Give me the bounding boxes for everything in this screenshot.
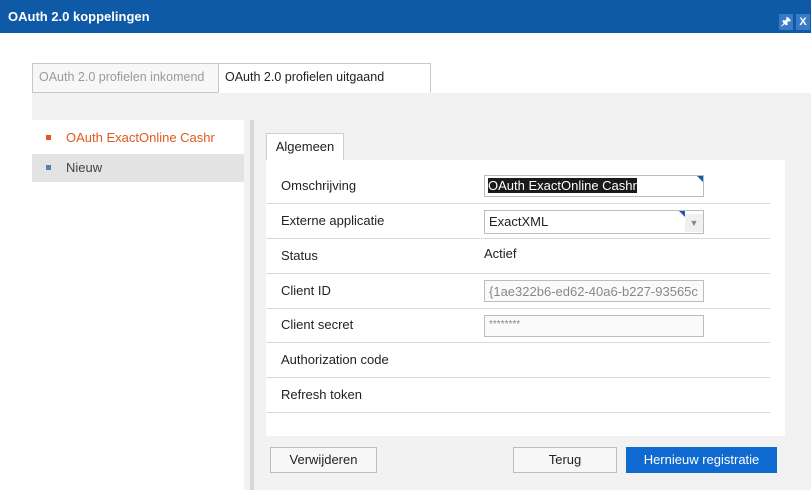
client-secret-label: Client secret xyxy=(281,317,354,332)
externe-applicatie-value: ExactXML xyxy=(489,214,549,229)
client-secret-value: ******** xyxy=(489,319,521,330)
row-refresh-token: Refresh token xyxy=(266,377,770,413)
profile-list: OAuth ExactOnline Cashr Nieuw xyxy=(32,120,244,490)
authorization-code-label: Authorization code xyxy=(281,352,389,367)
row-status: Status xyxy=(266,238,770,274)
pin-icon[interactable]: 🖈 xyxy=(779,14,793,30)
externe-applicatie-label: Externe applicatie xyxy=(281,213,385,228)
status-label: Status xyxy=(281,248,318,263)
client-id-label: Client ID xyxy=(281,283,331,298)
close-icon[interactable]: X xyxy=(796,14,810,30)
omschrijving-value: OAuth ExactOnline Cashr xyxy=(488,178,637,193)
client-id-field[interactable]: {1ae322b6-ed62-40a6-b227-93565c xyxy=(484,280,704,302)
row-authorization-code: Authorization code xyxy=(266,342,770,378)
delete-button[interactable]: Verwijderen xyxy=(270,447,377,473)
window-title: OAuth 2.0 koppelingen xyxy=(8,9,150,24)
status-value: Actief xyxy=(484,246,517,261)
omschrijving-field[interactable]: OAuth ExactOnline Cashr xyxy=(484,175,704,197)
profile-item-nieuw[interactable]: Nieuw xyxy=(32,154,244,182)
window-titlebar: OAuth 2.0 koppelingen 🖈 X xyxy=(0,0,811,33)
tab-profielen-inkomend[interactable]: OAuth 2.0 profielen inkomend xyxy=(32,63,221,93)
tab-profielen-uitgaand[interactable]: OAuth 2.0 profielen uitgaand xyxy=(218,63,431,93)
profile-item-label: OAuth ExactOnline Cashr xyxy=(66,130,215,145)
client-id-value: {1ae322b6-ed62-40a6-b227-93565c xyxy=(489,284,698,299)
chevron-down-icon[interactable]: ▼ xyxy=(685,214,703,232)
bullet-icon xyxy=(46,135,51,140)
profile-item-exactonline-cashr[interactable]: OAuth ExactOnline Cashr xyxy=(32,124,244,152)
required-marker-icon xyxy=(697,176,703,182)
refresh-token-label: Refresh token xyxy=(281,387,362,402)
back-button[interactable]: Terug xyxy=(513,447,617,473)
omschrijving-label: Omschrijving xyxy=(281,178,357,193)
bullet-icon xyxy=(46,165,51,170)
client-secret-field[interactable]: ******** xyxy=(484,315,704,337)
reregister-button[interactable]: Hernieuw registratie xyxy=(626,447,777,473)
profile-item-label: Nieuw xyxy=(66,160,103,175)
tab-algemeen[interactable]: Algemeen xyxy=(266,133,344,161)
externe-applicatie-select[interactable]: ExactXML ▼ xyxy=(484,210,704,234)
